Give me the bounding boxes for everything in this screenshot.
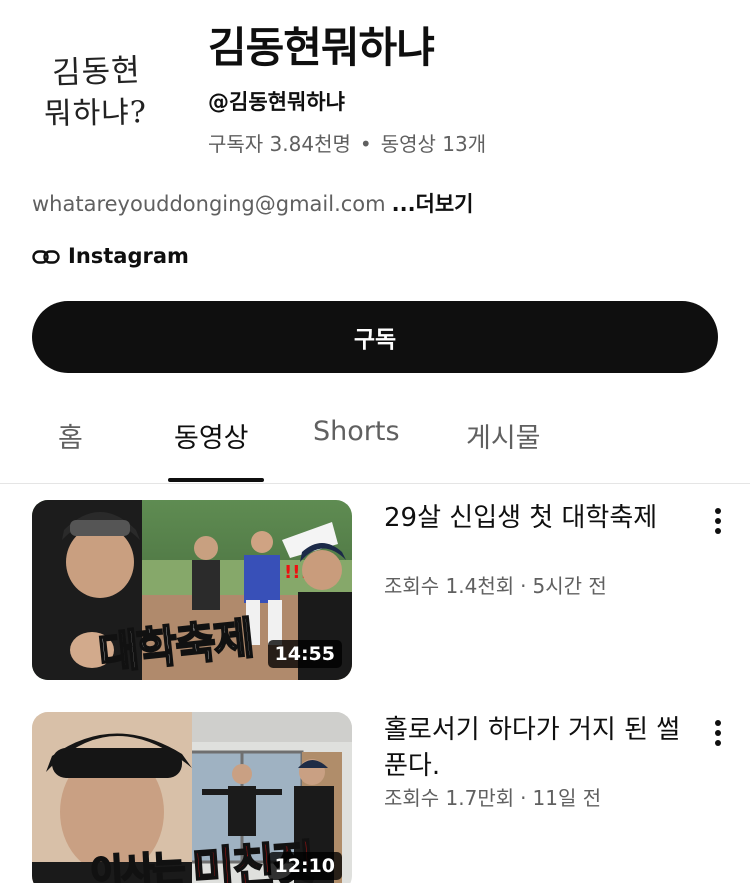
more-options-icon[interactable]	[706, 716, 730, 750]
video-age: 11일 전	[532, 786, 602, 810]
avatar-text-line2: 뭐하냐?	[43, 95, 148, 132]
stats-separator: •	[359, 132, 372, 156]
meta-separator: ·	[520, 786, 527, 810]
subscribe-button[interactable]: 구독	[32, 301, 718, 373]
video-item[interactable]: 이사는 미친짓 12:10 홀로서기 하다가 거지 된 썰 푼다. 조회수 1.…	[0, 712, 750, 883]
more-link[interactable]: ...더보기	[392, 192, 474, 216]
video-views: 조회수 1.4천회	[384, 574, 515, 598]
video-views: 조회수 1.7만회	[384, 786, 515, 810]
more-options-icon[interactable]	[706, 504, 730, 538]
channel-handle: @김동현뭐하냐	[208, 90, 345, 114]
video-title[interactable]: 홀로서기 하다가 거지 된 썰 푼다.	[384, 712, 684, 784]
link-icon	[32, 247, 60, 265]
video-age: 5시간 전	[532, 574, 607, 598]
instagram-label: Instagram	[68, 244, 189, 268]
video-duration: 14:55	[267, 640, 342, 668]
channel-title: 김동현뭐하냐	[208, 23, 435, 72]
channel-description[interactable]: whatareyouddonging@gmail.com ...더보기	[32, 188, 474, 218]
avatar-text-line1: 김동현	[51, 52, 142, 92]
subscriber-count: 구독자 3.84천명	[208, 132, 351, 156]
thumbnail-caption-white: 이사는	[88, 848, 185, 883]
tab-shorts[interactable]: Shorts	[313, 416, 400, 447]
video-thumbnail[interactable]: !!!!! 대학축제 14:55	[32, 500, 352, 680]
tab-videos[interactable]: 동영상	[174, 416, 249, 455]
video-meta: 조회수 1.4천회 · 5시간 전	[384, 570, 607, 599]
tab-posts[interactable]: 게시물	[466, 416, 541, 455]
video-meta: 조회수 1.7만회 · 11일 전	[384, 782, 601, 811]
channel-stats: 구독자 3.84천명 • 동영상 13개	[208, 128, 486, 157]
description-text: whatareyouddonging@gmail.com	[32, 192, 386, 216]
channel-avatar[interactable]: 김동현 뭐하냐?	[30, 28, 182, 140]
tab-home[interactable]: 홈	[58, 416, 83, 455]
active-tab-indicator	[168, 478, 264, 482]
instagram-link[interactable]: Instagram	[32, 244, 189, 268]
video-title[interactable]: 29살 신입생 첫 대학축제	[384, 500, 684, 536]
video-thumbnail[interactable]: 이사는 미친짓 12:10	[32, 712, 352, 883]
video-item[interactable]: !!!!! 대학축제 14:55 29살 신입생 첫 대학축제 조회수 1.4천…	[0, 500, 750, 690]
video-count: 동영상 13개	[380, 132, 487, 156]
subscribe-label: 구독	[353, 327, 397, 353]
video-duration: 12:10	[267, 852, 342, 880]
channel-tabs: 홈 동영상 Shorts 게시물	[0, 400, 750, 484]
meta-separator: ·	[520, 574, 527, 598]
